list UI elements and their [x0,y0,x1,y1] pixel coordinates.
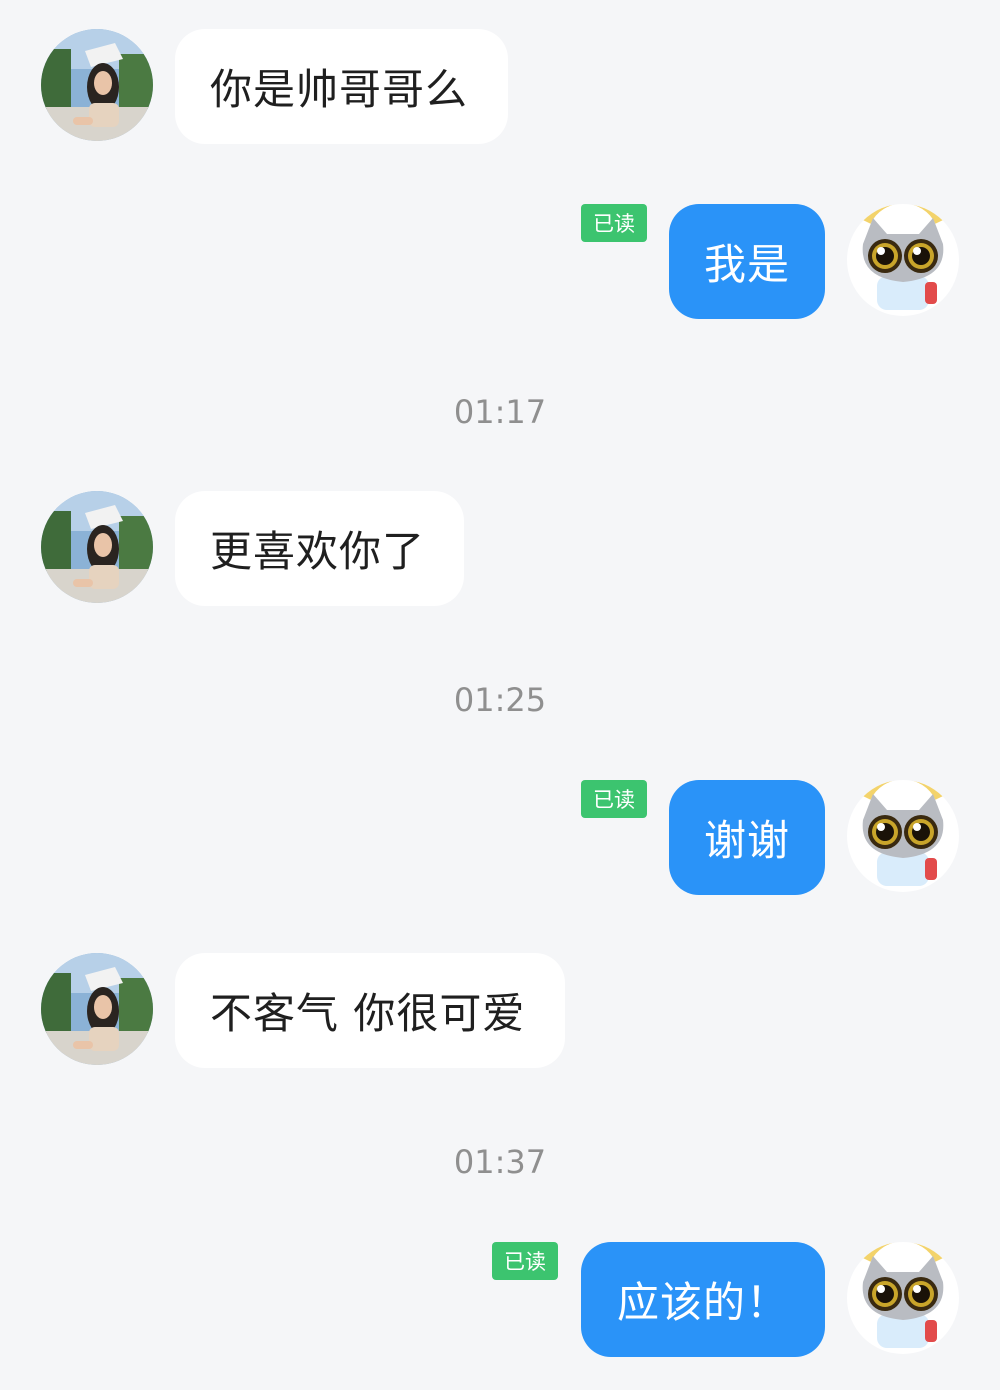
message-text: 谢谢 [703,816,790,865]
contact-avatar[interactable] [41,953,153,1065]
contact-avatar[interactable] [41,491,153,603]
my-avatar[interactable] [847,204,959,316]
timestamp: 01:25 [453,681,547,719]
cartoon-cat-avatar-icon [847,780,959,892]
message-text: 更喜欢你了 [210,527,426,576]
timestamp: 01:17 [453,393,547,431]
message-text: 我是 [703,240,790,289]
my-avatar[interactable] [847,1242,959,1354]
message-text: 不客气 你很可爱 [210,989,526,1038]
girl-photo-avatar-icon [41,953,153,1065]
message-bubble-outgoing[interactable]: 应该的！ [581,1242,825,1357]
message-bubble-incoming[interactable]: 不客气 你很可爱 [175,953,565,1068]
message-bubble-outgoing[interactable]: 我是 [669,204,825,319]
message-bubble-incoming[interactable]: 更喜欢你了 [175,491,464,606]
message-text: 你是帅哥哥么 [210,65,469,114]
girl-photo-avatar-icon [41,29,153,141]
contact-avatar[interactable] [41,29,153,141]
timestamp: 01:37 [453,1143,547,1181]
message-bubble-incoming[interactable]: 你是帅哥哥么 [175,29,508,144]
message-bubble-outgoing[interactable]: 谢谢 [669,780,825,895]
cartoon-cat-avatar-icon [847,1242,959,1354]
girl-photo-avatar-icon [41,491,153,603]
cartoon-cat-avatar-icon [847,204,959,316]
message-text: 应该的！ [616,1278,789,1327]
read-status-badge: 已读 [492,1242,558,1280]
read-status-badge: 已读 [581,780,647,818]
my-avatar[interactable] [847,780,959,892]
read-status-badge: 已读 [581,204,647,242]
